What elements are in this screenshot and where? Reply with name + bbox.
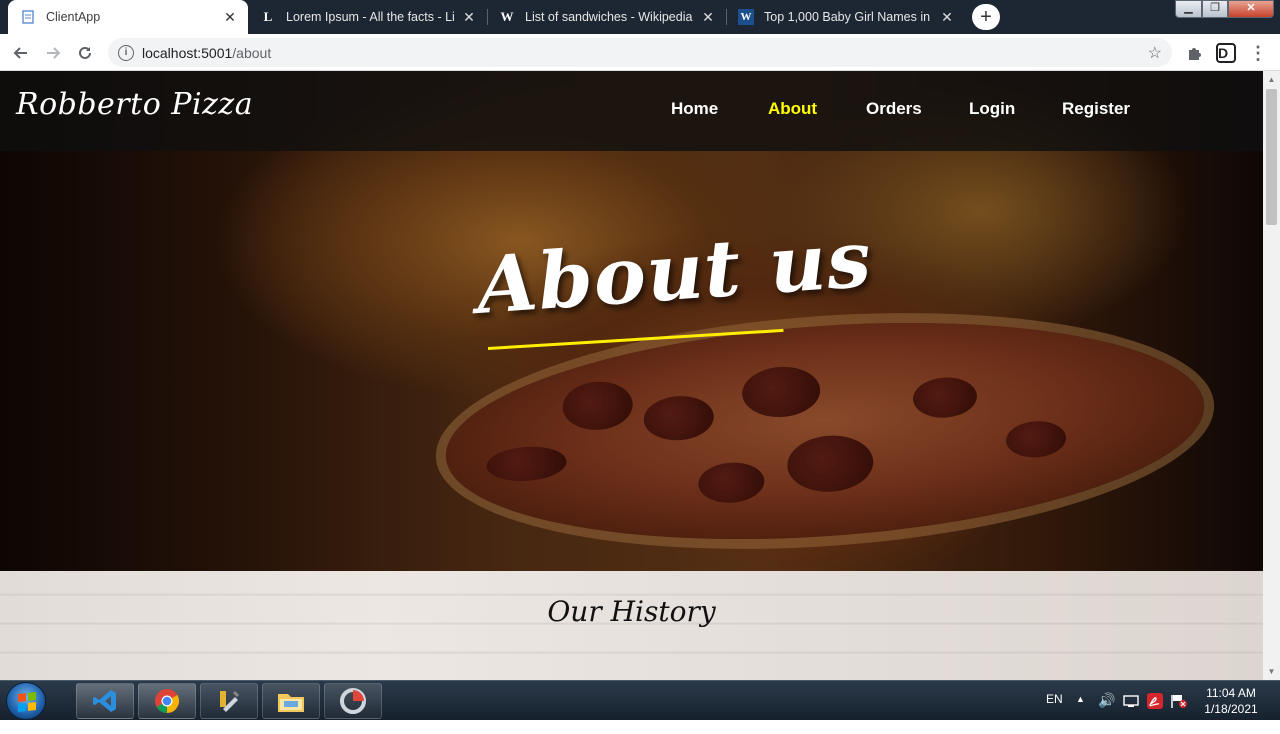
nav-about[interactable]: About [768, 99, 817, 119]
minimize-button[interactable]: ▁ [1175, 0, 1202, 18]
reload-icon[interactable] [72, 40, 98, 66]
profile-d-icon: D [1216, 43, 1236, 63]
url-text: localhost:5001/about [142, 45, 271, 61]
url-host: localhost:5001 [142, 44, 233, 61]
media-app-icon[interactable] [324, 683, 382, 719]
file-explorer-icon[interactable] [262, 683, 320, 719]
maximize-button[interactable]: ❐ [1202, 0, 1228, 18]
close-icon[interactable]: ✕ [700, 9, 716, 26]
tab-clientapp[interactable]: ClientApp ✕ [8, 0, 248, 34]
wikipedia-favicon-icon: W [500, 9, 514, 24]
tab-baby-names[interactable]: W Top 1,000 Baby Girl Names in the U.S. … [726, 0, 965, 34]
page-viewport: Robberto Pizza Home About Orders Login R… [0, 71, 1263, 680]
close-icon[interactable]: ✕ [461, 9, 477, 26]
url-path: /about [232, 44, 272, 61]
chrome-icon[interactable] [138, 683, 196, 719]
tab-lorem-ipsum[interactable]: L Lorem Ipsum - All the facts - Lipsum ✕ [248, 0, 487, 34]
show-hidden-icons-icon[interactable]: ▲ [1076, 694, 1085, 734]
browser-tab-strip: ClientApp ✕ L Lorem Ipsum - All the fact… [0, 0, 1280, 34]
page-scrollbar[interactable]: ▲ ▼ [1263, 71, 1280, 680]
scroll-thumb[interactable] [1266, 89, 1277, 225]
tab-title: List of sandwiches - Wikipedia [525, 10, 693, 24]
address-bar[interactable]: i localhost:5001/about ☆ [108, 38, 1172, 67]
site-navbar: Robberto Pizza Home About Orders Login R… [0, 71, 1263, 151]
new-tab-button[interactable]: + [972, 4, 1000, 30]
close-window-button[interactable]: ✕ [1228, 0, 1274, 18]
visual-studio-code-icon[interactable] [76, 683, 134, 719]
browser-toolbar: i localhost:5001/about ☆ D ⋮ [0, 34, 1280, 71]
info-icon[interactable]: i [118, 44, 134, 61]
windows-taskbar: EN ▲ 🔊 11:04 AM 1/18/2021 [0, 680, 1280, 720]
nav-login[interactable]: Login [969, 99, 1015, 119]
clock-time: 11:04 AM [1206, 686, 1256, 700]
section-title: Our History [547, 595, 716, 628]
nav-orders[interactable]: Orders [866, 99, 922, 119]
tab-title: ClientApp [46, 10, 101, 24]
start-button[interactable] [6, 682, 46, 720]
window-controls: ▁ ❐ ✕ [1175, 0, 1274, 18]
history-section: Our History [0, 571, 1263, 680]
windows-logo-icon [18, 692, 36, 712]
scroll-down-arrow-icon[interactable]: ▼ [1263, 663, 1280, 680]
tab-title: Lorem Ipsum - All the facts - Lipsum [286, 10, 455, 24]
tab-title: Top 1,000 Baby Girl Names in the U.S. [764, 10, 933, 24]
scroll-up-arrow-icon[interactable]: ▲ [1263, 71, 1280, 88]
system-clock[interactable]: 11:04 AM 1/18/2021 [1196, 685, 1266, 717]
clock-date: 1/18/2021 [1204, 702, 1258, 716]
volume-icon[interactable]: 🔊 [1098, 692, 1115, 732]
action-center-flag-icon[interactable] [1170, 693, 1188, 733]
tools-icon[interactable] [200, 683, 258, 719]
profile-avatar[interactable]: D [1215, 42, 1237, 64]
language-indicator[interactable]: EN [1046, 692, 1063, 732]
site-favicon-icon: W [738, 9, 754, 25]
acrobat-icon[interactable] [1147, 693, 1163, 733]
document-icon [20, 9, 36, 25]
nav-home[interactable]: Home [671, 99, 718, 119]
tab-sandwiches[interactable]: W List of sandwiches - Wikipedia ✕ [487, 0, 726, 34]
close-icon[interactable]: ✕ [939, 9, 955, 26]
more-menu-icon[interactable]: ⋮ [1247, 42, 1269, 64]
bookmark-star-icon[interactable]: ☆ [1148, 43, 1162, 63]
brand-logo[interactable]: Robberto Pizza [16, 87, 253, 122]
forward-arrow-icon[interactable] [40, 40, 66, 66]
nav-register[interactable]: Register [1062, 99, 1130, 119]
extensions-puzzle-icon[interactable] [1183, 42, 1205, 64]
network-icon[interactable] [1123, 694, 1139, 734]
close-icon[interactable]: ✕ [222, 9, 238, 26]
lipsum-favicon-icon: L [263, 9, 273, 24]
back-arrow-icon[interactable] [8, 40, 34, 66]
